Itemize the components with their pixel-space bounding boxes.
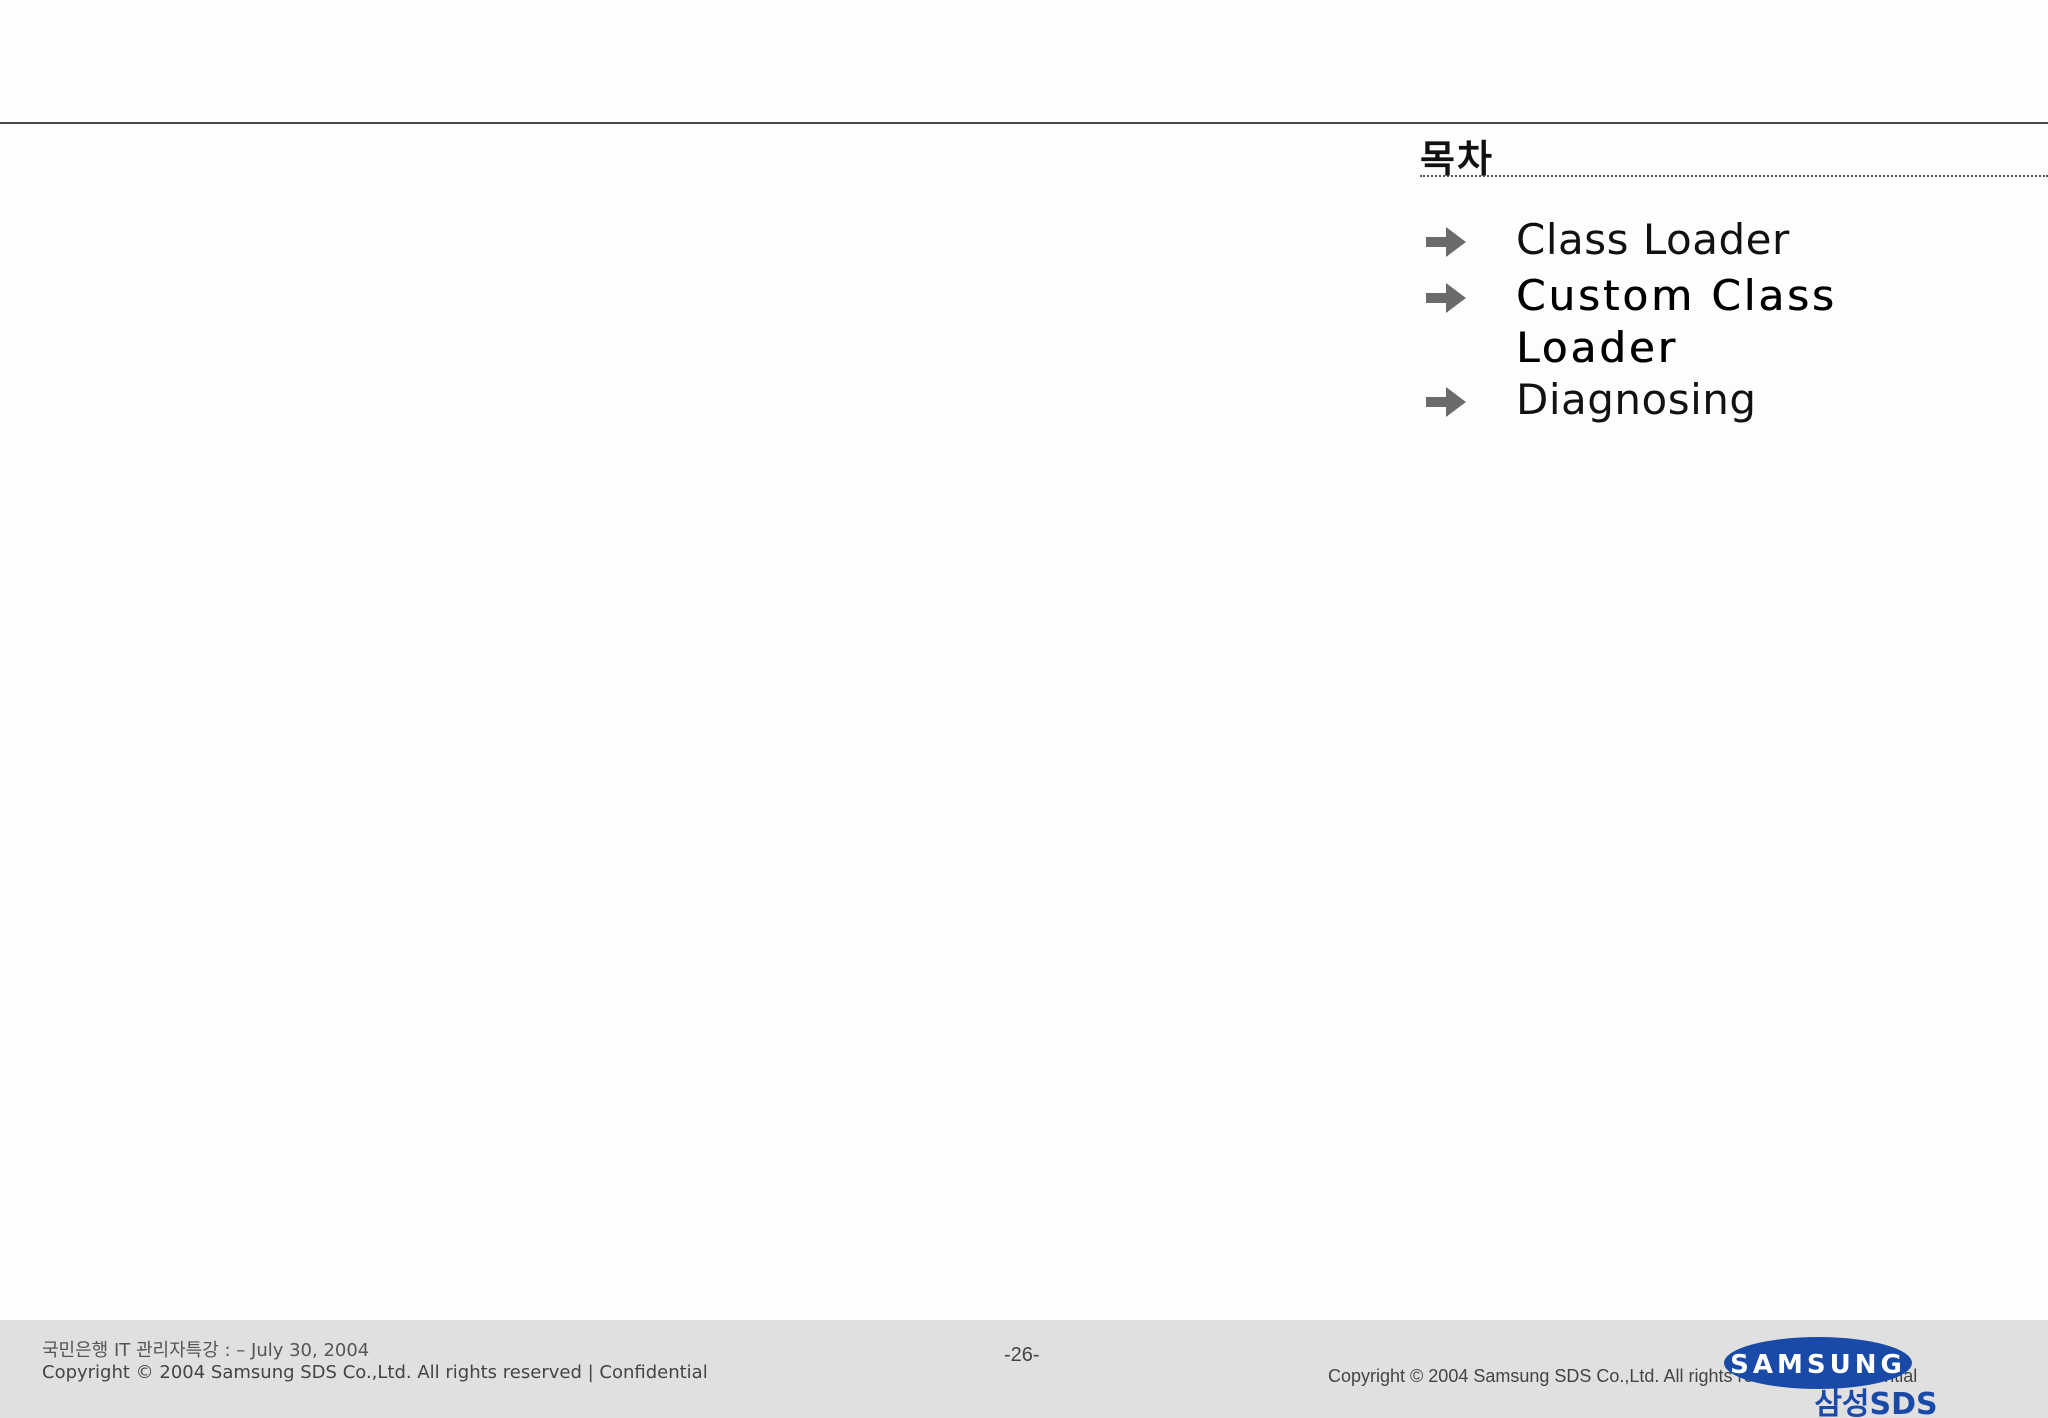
toc-item-class-loader[interactable]: Class Loader [1420,214,2040,270]
footer: 국민은행 IT 관리자특강 : – July 30, 2004 Copyrigh… [0,1320,2048,1418]
toc-item-label: Custom Class Loader [1516,271,1837,372]
toc-item-label: Diagnosing [1516,375,1757,424]
course-line: 국민은행 IT 관리자특강 : – July 30, 2004 [42,1340,370,1361]
samsung-sds-logo: SAMSUNG 삼성SDS [1724,1337,1938,1418]
toc-title-underline [1420,175,2048,177]
arrow-right-icon [1420,214,1516,270]
arrow-right-icon [1420,374,1516,430]
logo-brand: SAMSUNG [1730,1350,1906,1380]
footer-left-text: 국민은행 IT 관리자특강 : – July 30, 2004 Copyrigh… [42,1340,708,1384]
header-rule [0,122,2048,124]
page-number: -26- [1004,1344,1040,1366]
arrow-right-icon [1420,270,1516,326]
toc-list: Class Loader Custom Class Loader Diagnos… [1420,214,2040,430]
toc-item-diagnosing[interactable]: Diagnosing [1420,374,2040,430]
copyright-left: Copyright © 2004 Samsung SDS Co.,Ltd. Al… [42,1362,708,1383]
toc-item-label: Class Loader [1516,215,1790,264]
toc-item-custom-class-loader[interactable]: Custom Class Loader [1420,270,2040,374]
logo-sub-brand: 삼성SDS [1814,1387,1937,1418]
